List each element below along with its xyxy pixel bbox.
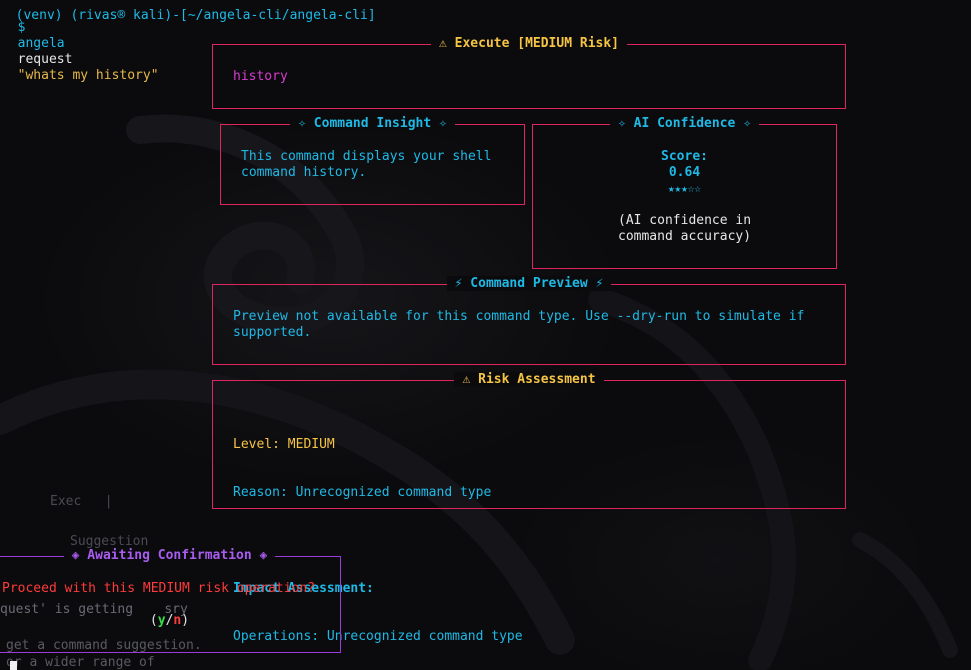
terminal-cursor[interactable] xyxy=(10,661,17,670)
risk-reason-value: Unrecognized command type xyxy=(295,485,492,500)
confidence-title-text: ✧ AI Confidence ✧ xyxy=(609,116,760,131)
insight-text: This command displays your shell command… xyxy=(241,149,492,180)
execute-command: history xyxy=(233,69,288,84)
choice-yes[interactable]: y xyxy=(158,613,166,628)
confidence-panel: ✧ AI Confidence ✧ Score: 0.64 ★★★☆☆ (AI … xyxy=(532,116,837,269)
score-value: 0.64 xyxy=(668,165,701,180)
command-name: angela xyxy=(17,36,65,51)
confirmation-choices: (y/n) xyxy=(0,613,340,629)
command-line: $ angela request "whats my history" xyxy=(2,4,159,84)
preview-text: Preview not available for this command t… xyxy=(233,309,805,340)
risk-panel-title: ⚠ Risk Assessment xyxy=(213,372,845,388)
confirmation-title-text: ◈ Awaiting Confirmation ◈ xyxy=(63,548,276,563)
command-argument: "whats my history" xyxy=(17,68,159,83)
confirmation-panel-title: ◈ Awaiting Confirmation ◈ xyxy=(0,548,340,564)
choice-open-paren: ( xyxy=(149,613,158,628)
background-text-line: Exec | xyxy=(50,494,113,509)
confidence-score-block: Score: 0.64 ★★★☆☆ xyxy=(533,149,836,197)
risk-level-row: Level: MEDIUM xyxy=(233,437,825,453)
command-subcommand: request xyxy=(17,52,73,67)
insight-panel-title: ✧ Command Insight ✧ xyxy=(221,116,524,132)
confidence-stars: ★★★☆☆ xyxy=(667,182,702,195)
insight-panel: ✧ Command Insight ✧ This command display… xyxy=(220,116,525,205)
preview-panel: ⚡ Command Preview ⚡ Preview not availabl… xyxy=(212,276,846,365)
risk-level-label: Level: xyxy=(233,437,280,452)
preview-panel-title: ⚡ Command Preview ⚡ xyxy=(213,276,845,292)
confirmation-question: Proceed with this MEDIUM risk operation? xyxy=(2,581,316,596)
risk-panel: ⚠ Risk Assessment Level: MEDIUM Reason: … xyxy=(212,372,846,644)
insight-title-text: ✧ Command Insight ✧ xyxy=(290,116,455,131)
execute-title-text: ⚠ Execute [MEDIUM Risk] xyxy=(430,36,627,51)
operations-value: Unrecognized command type xyxy=(326,629,523,644)
execute-panel-title: ⚠ Execute [MEDIUM Risk] xyxy=(213,36,845,52)
risk-level-value: MEDIUM xyxy=(287,437,335,452)
confirmation-panel: ◈ Awaiting Confirmation ◈ Proceed with t… xyxy=(0,548,341,653)
prompt-arrow: $ xyxy=(17,20,26,35)
risk-title-text: ⚠ Risk Assessment xyxy=(454,372,604,387)
risk-reason-row: Reason: Unrecognized command type xyxy=(233,485,825,501)
risk-reason-label: Reason: xyxy=(233,485,288,500)
confidence-note: (AI confidence in command accuracy) xyxy=(618,213,752,244)
execute-panel: ⚠ Execute [MEDIUM Risk] history xyxy=(212,36,846,109)
background-text-line: or a wider range of xyxy=(6,655,155,670)
confidence-panel-title: ✧ AI Confidence ✧ xyxy=(533,116,836,132)
preview-title-text: ⚡ Command Preview ⚡ xyxy=(446,276,612,291)
score-label: Score: xyxy=(661,149,708,164)
choice-close-paren: ) xyxy=(181,613,190,628)
